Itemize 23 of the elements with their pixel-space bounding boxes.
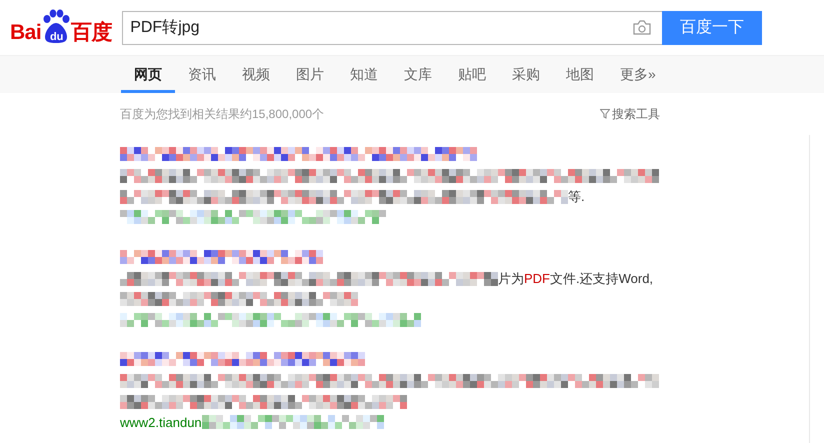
nav-tab[interactable]: 更多» <box>607 56 669 93</box>
logo-badge-text: du <box>48 30 64 44</box>
snippet-text: 片为PDF文件.还支持Word, <box>498 270 654 288</box>
nav-tab[interactable]: 视频 <box>229 56 283 93</box>
nav-tab[interactable]: 网页 <box>121 56 175 93</box>
nav-tab[interactable]: 图片 <box>283 56 337 93</box>
search-tools-button[interactable]: 搜索工具 <box>600 106 660 122</box>
logo-text: Bai <box>10 20 42 44</box>
nav-tab[interactable]: 地图 <box>553 56 607 93</box>
snippet-text: 等. <box>568 188 585 206</box>
paw-icon <box>42 8 70 44</box>
search-button[interactable]: 百度一下 <box>662 10 762 44</box>
result-count: 百度为您找到相关结果约15,800,000个 <box>120 106 324 122</box>
filter-icon <box>600 109 610 119</box>
logo-text: 百度 <box>71 20 112 44</box>
nav-tab[interactable]: 知道 <box>337 56 391 93</box>
camera-icon[interactable] <box>633 20 652 35</box>
nav-tab[interactable]: 资讯 <box>175 56 229 93</box>
url-text[interactable]: www2.tiandun <box>120 414 202 430</box>
nav-tab[interactable]: 采购 <box>499 56 553 93</box>
nav-tab[interactable]: 贴吧 <box>445 56 499 93</box>
nav-tab[interactable]: 文库 <box>391 56 445 93</box>
search-field[interactable]: PDF转jpg <box>122 10 662 44</box>
